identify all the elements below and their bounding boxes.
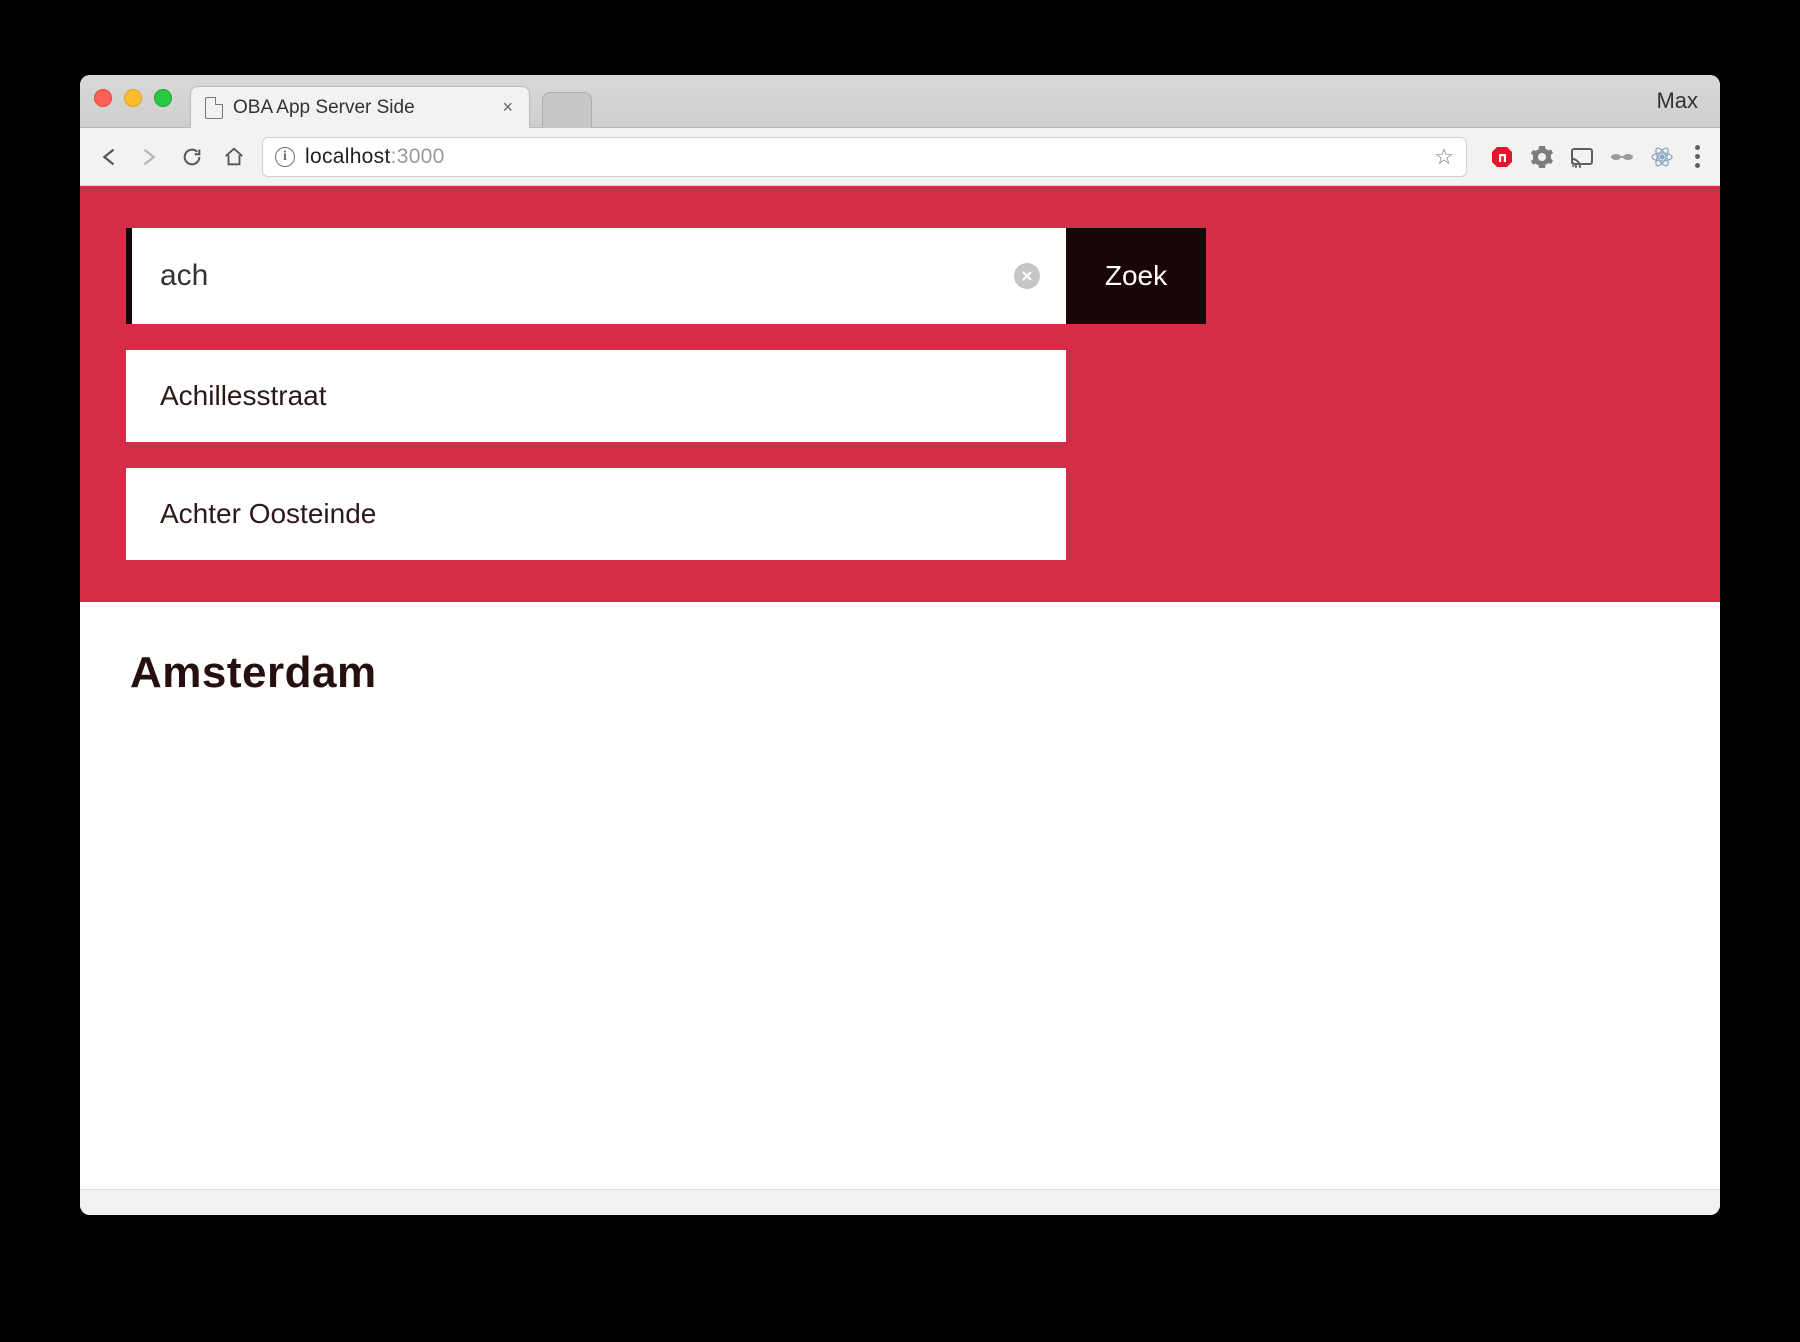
suggestion-item[interactable]: Achillesstraat [126,350,1066,442]
suggestion-item[interactable]: Achter Oosteinde [126,468,1066,560]
search-input[interactable] [160,259,1038,293]
window-zoom-button[interactable] [154,89,172,107]
page-viewport: Zoek Achillesstraat Achter Oosteinde Ams… [80,186,1720,1189]
search-button[interactable]: Zoek [1066,228,1206,324]
search-field [126,228,1066,324]
search-suggestions: Achillesstraat Achter Oosteinde [126,350,1066,560]
suggestion-label: Achillesstraat [160,380,327,412]
nav-back-button[interactable] [94,143,122,171]
reload-button[interactable] [178,143,206,171]
address-bar[interactable]: i localhost:3000 ☆ [262,137,1467,177]
browser-tab-active[interactable]: OBA App Server Side × [190,86,530,128]
search-button-label: Zoek [1105,260,1167,292]
tab-strip: OBA App Server Side × Max [80,75,1720,128]
extension-icons [1489,144,1706,170]
browser-toolbar: i localhost:3000 ☆ [80,128,1720,186]
bookmark-star-icon[interactable]: ☆ [1434,144,1454,170]
react-devtools-icon[interactable] [1649,144,1675,170]
clear-search-button[interactable] [1014,263,1040,289]
window-minimize-button[interactable] [124,89,142,107]
search-hero: Zoek Achillesstraat Achter Oosteinde [80,186,1720,602]
search-row: Zoek [126,228,1206,324]
browser-menu-button[interactable] [1689,145,1706,168]
address-host: localhost [305,145,391,168]
adblock-icon[interactable] [1489,144,1515,170]
browser-footer [80,1189,1720,1215]
home-button[interactable] [220,143,248,171]
browser-window: OBA App Server Side × Max i localhost:30… [80,75,1720,1215]
profile-name[interactable]: Max [1656,88,1698,114]
browser-tab-background[interactable] [542,92,592,128]
window-controls [94,89,172,107]
file-icon [205,97,223,119]
page-heading: Amsterdam [130,648,1670,698]
tab-close-button[interactable]: × [500,97,515,118]
page-content: Amsterdam [80,602,1720,1189]
tab-title: OBA App Server Side [233,97,490,119]
nav-forward-button[interactable] [136,143,164,171]
gear-icon[interactable] [1529,144,1555,170]
suggestion-label: Achter Oosteinde [160,498,376,530]
window-close-button[interactable] [94,89,112,107]
address-port: :3000 [391,145,445,168]
glasses-icon[interactable] [1609,144,1635,170]
site-info-icon[interactable]: i [275,147,295,167]
address-text: localhost:3000 [305,145,445,169]
cast-icon[interactable] [1569,144,1595,170]
